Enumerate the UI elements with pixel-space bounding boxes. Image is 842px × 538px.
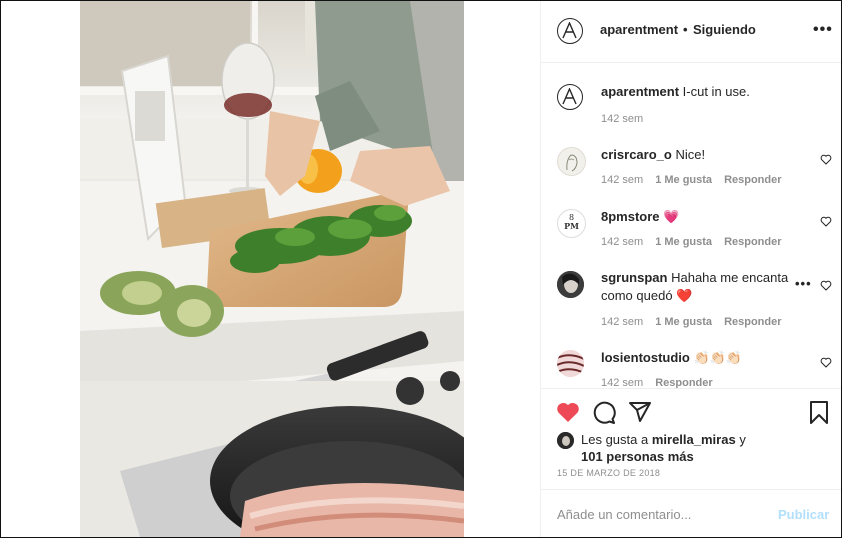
comment-text: losientostudio 👏🏻👏🏻👏🏻 bbox=[601, 349, 791, 367]
post-modal: aparentment • Siguiendo ••• aparentment … bbox=[0, 0, 842, 538]
caption-avatar[interactable] bbox=[557, 84, 583, 110]
comment-meta: 142 sem 1 Me gusta Responder bbox=[601, 174, 782, 186]
likes-count-link[interactable]: 101 personas más bbox=[581, 449, 694, 464]
heart-outline-icon[interactable] bbox=[820, 154, 832, 165]
reply-button[interactable]: Responder bbox=[655, 377, 712, 388]
logo-a-icon bbox=[562, 88, 577, 105]
post-header: aparentment • Siguiendo ••• bbox=[541, 1, 841, 63]
caption-meta: 142 sem bbox=[601, 113, 643, 125]
sketch-portrait-icon bbox=[566, 154, 578, 172]
comment-text: crisrcaro_o Nice! bbox=[601, 146, 791, 164]
heart-outline-icon[interactable] bbox=[820, 280, 832, 291]
following-button[interactable]: Siguiendo bbox=[693, 22, 756, 37]
logo-a-icon bbox=[562, 22, 577, 39]
comment-meta: 142 sem 1 Me gusta Responder bbox=[601, 316, 782, 328]
comment-text: 8pmstore 💗 bbox=[601, 208, 791, 226]
bookmark-icon[interactable] bbox=[809, 401, 829, 425]
portrait-photo-icon bbox=[557, 432, 574, 449]
post-actions: Les gusta a mirella_miras y 101 personas… bbox=[541, 388, 841, 490]
commenter-avatar[interactable] bbox=[557, 147, 586, 176]
comment-username[interactable]: losientostudio bbox=[601, 350, 690, 365]
comment-body: 💗 bbox=[663, 209, 680, 224]
heart-outline-icon[interactable] bbox=[820, 216, 832, 227]
liker-avatar[interactable] bbox=[557, 432, 574, 449]
caption-body: I-cut in use. bbox=[682, 84, 750, 99]
commenter-avatar[interactable] bbox=[557, 271, 584, 298]
comment-likes-link[interactable]: 1 Me gusta bbox=[655, 174, 712, 186]
comment-time: 142 sem bbox=[601, 316, 644, 328]
comment-time: 142 sem bbox=[601, 377, 644, 388]
caption-text: aparentment I-cut in use. bbox=[601, 83, 821, 101]
user-avatar[interactable] bbox=[557, 18, 583, 44]
photo-illustration bbox=[80, 1, 464, 537]
publish-button[interactable]: Publicar bbox=[778, 507, 829, 522]
reply-button[interactable]: Responder bbox=[724, 236, 781, 248]
comment-meta: 142 sem 1 Me gusta Responder bbox=[601, 236, 782, 248]
heart-outline-icon[interactable] bbox=[820, 357, 832, 368]
portrait-photo-icon bbox=[557, 271, 584, 298]
commenter-avatar[interactable] bbox=[557, 350, 584, 377]
likes-summary: Les gusta a mirella_miras y 101 personas… bbox=[581, 431, 821, 465]
post-username[interactable]: aparentment bbox=[600, 22, 678, 37]
commenter-avatar[interactable]: 8 PM bbox=[557, 209, 586, 238]
comment-username[interactable]: crisrcaro_o bbox=[601, 147, 672, 162]
reply-button[interactable]: Responder bbox=[724, 316, 781, 328]
comment-options-icon[interactable]: ••• bbox=[795, 276, 812, 291]
post-photo[interactable] bbox=[80, 1, 464, 537]
comment-likes-link[interactable]: 1 Me gusta bbox=[655, 236, 712, 248]
likes-prefix: Les gusta a bbox=[581, 432, 649, 447]
comment-body: Nice! bbox=[675, 147, 706, 162]
avatar-pm-text: PM bbox=[564, 221, 579, 231]
caption-time: 142 sem bbox=[601, 113, 644, 125]
media-area bbox=[1, 1, 540, 537]
comment-text: sgrunspan Hahaha me encanta como quedó ❤… bbox=[601, 269, 793, 305]
heart-filled-icon[interactable] bbox=[556, 401, 580, 423]
add-comment-bar: Añade un comentario... Publicar bbox=[541, 489, 841, 537]
comment-time: 142 sem bbox=[601, 174, 644, 186]
post-date[interactable]: 15 DE MARZO DE 2018 bbox=[557, 468, 660, 478]
post-side-panel: aparentment • Siguiendo ••• aparentment … bbox=[540, 1, 841, 537]
likes-conjunction: y bbox=[739, 432, 746, 447]
comment-meta: 142 sem Responder bbox=[601, 377, 713, 388]
comments-list[interactable]: aparentment I-cut in use. 142 sem crisrc… bbox=[541, 63, 841, 388]
more-options-icon[interactable]: ••• bbox=[813, 21, 833, 39]
comment-time: 142 sem bbox=[601, 236, 644, 248]
comment-bubble-icon[interactable] bbox=[592, 401, 616, 425]
comment-username[interactable]: sgrunspan bbox=[601, 270, 667, 285]
comment-likes-link[interactable]: 1 Me gusta bbox=[655, 316, 712, 328]
separator-dot: • bbox=[683, 22, 688, 37]
comment-body: 👏🏻👏🏻👏🏻 bbox=[693, 350, 743, 365]
reply-button[interactable]: Responder bbox=[724, 174, 781, 186]
caption-username[interactable]: aparentment bbox=[601, 84, 679, 99]
liker-username[interactable]: mirella_miras bbox=[652, 432, 736, 447]
pattern-avatar-icon bbox=[557, 350, 584, 377]
paper-plane-icon[interactable] bbox=[628, 401, 652, 423]
comment-username[interactable]: 8pmstore bbox=[601, 209, 660, 224]
comment-input[interactable]: Añade un comentario... bbox=[557, 507, 691, 522]
